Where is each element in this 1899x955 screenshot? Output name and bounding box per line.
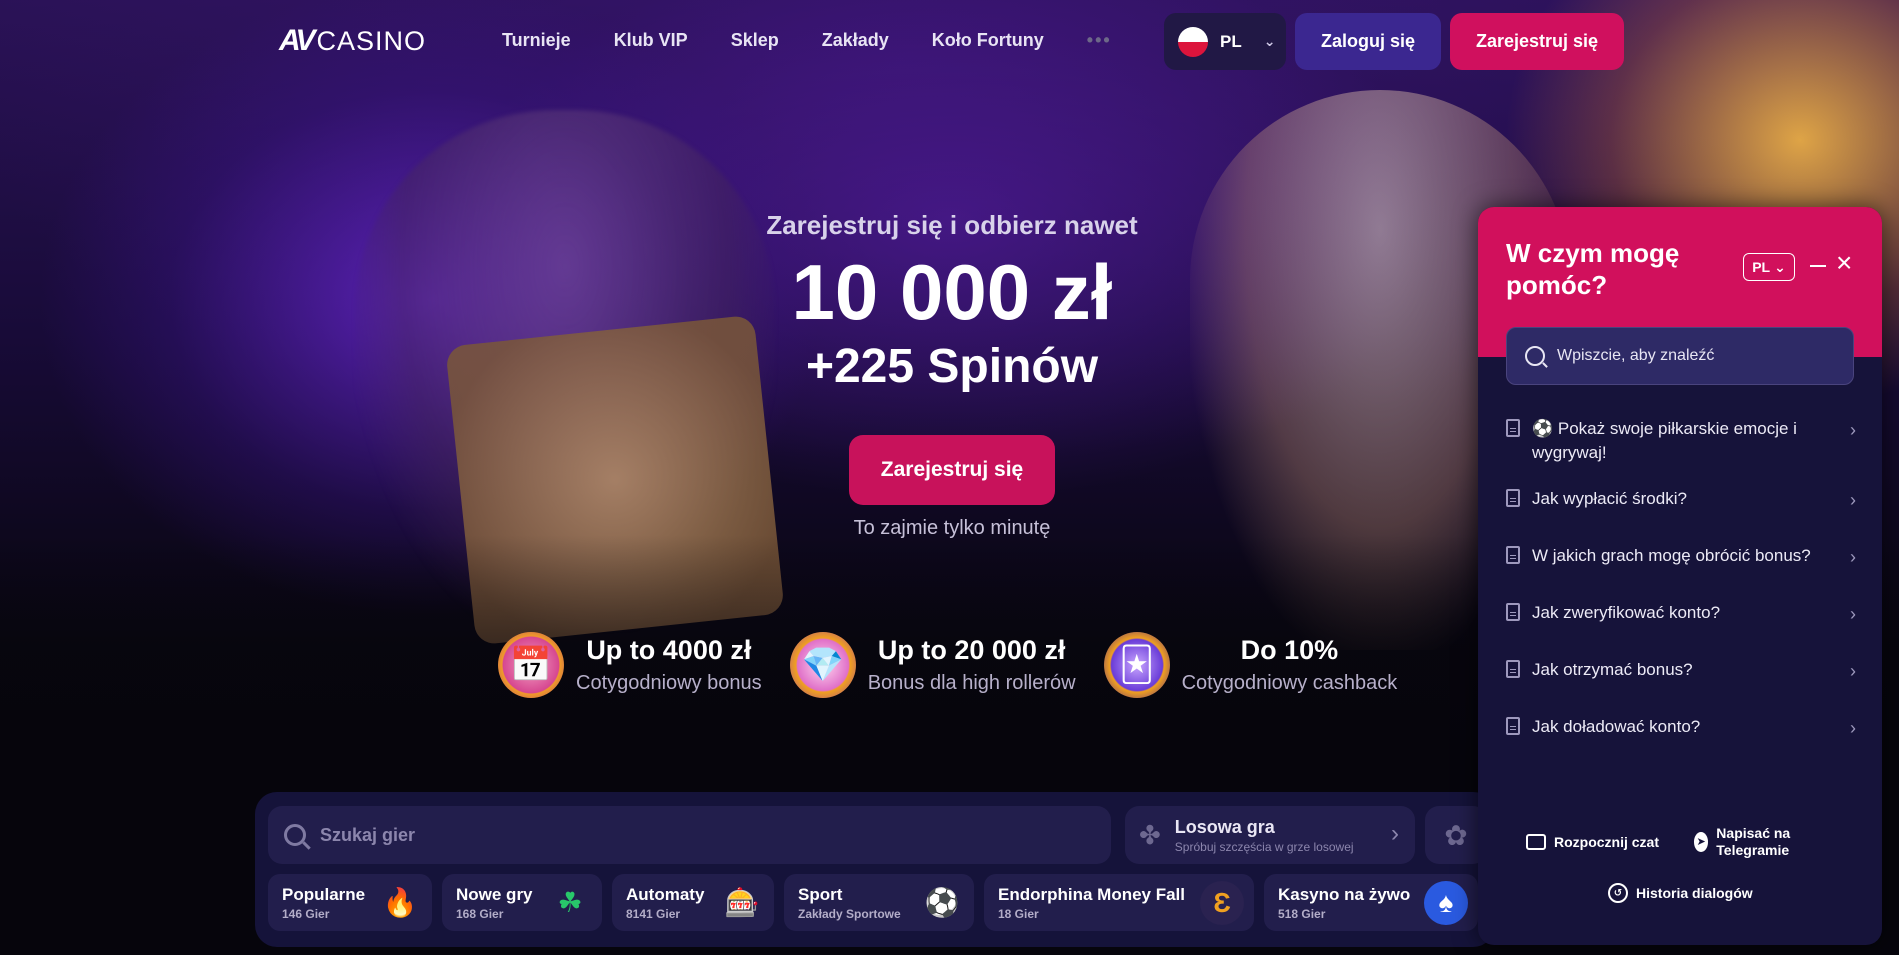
fire-icon: 🔥 bbox=[382, 887, 418, 918]
search-icon bbox=[1525, 346, 1545, 366]
language-code: PL bbox=[1220, 31, 1242, 51]
hero-amount: 10 000 zł bbox=[791, 248, 1113, 336]
random-game-title: Losowa gra bbox=[1174, 816, 1275, 837]
promo-weekly-bonus[interactable]: 📅 Up to 4000 zł Cotygodniowy bonus bbox=[498, 632, 762, 698]
login-button[interactable]: Zaloguj się bbox=[1295, 13, 1441, 70]
chevron-right-icon: › bbox=[1391, 820, 1399, 847]
more-menu-icon[interactable]: ••• bbox=[1087, 30, 1112, 51]
faq-list: ⚽ Pokaż swoje piłkarskie emocje i wygryw… bbox=[1478, 417, 1882, 739]
crystal-icon: 💎 bbox=[789, 632, 856, 698]
game-search-input[interactable]: Szukaj gier bbox=[268, 806, 1111, 864]
category-kasyno-na-zywo[interactable]: Kasyno na żywo 518 Gier ♠ bbox=[1264, 874, 1478, 931]
faq-item[interactable]: ⚽ Pokaż swoje piłkarskie emocje i wygryw… bbox=[1478, 417, 1882, 465]
search-placeholder: Szukaj gier bbox=[320, 824, 416, 845]
chat-search-placeholder: Wpiszcie, aby znaleźć bbox=[1557, 347, 1715, 364]
random-game-button[interactable]: ✤ Losowa gra Spróbuj szczęścia w grze lo… bbox=[1125, 806, 1415, 864]
hero-note: To zajmie tylko minutę bbox=[853, 517, 1051, 539]
chevron-right-icon: › bbox=[1850, 718, 1856, 738]
faq-item[interactable]: W jakich grach mogę obrócić bonus? › bbox=[1478, 544, 1882, 568]
chat-bubble-icon bbox=[1526, 834, 1546, 850]
telegram-icon: ➤ bbox=[1694, 832, 1709, 852]
chat-search-input[interactable]: Wpiszcie, aby znaleźć bbox=[1506, 327, 1854, 385]
chevron-down-icon: ⌄ bbox=[1263, 33, 1276, 49]
promo-cashback[interactable]: 🃏 Do 10% Cotygodniowy cashback bbox=[1103, 632, 1398, 698]
minimize-icon[interactable] bbox=[1810, 265, 1826, 267]
main-menu: Turnieje Klub VIP Sklep Zakłady Koło For… bbox=[502, 30, 1112, 51]
category-endorphina[interactable]: Endorphina Money Fall 18 Gier Ɛ bbox=[984, 874, 1254, 931]
chevron-right-icon: › bbox=[1850, 661, 1856, 681]
ball-icon: ⚽ bbox=[924, 887, 960, 918]
promo-strip: 📅 Up to 4000 zł Cotygodniowy bonus 💎 Up … bbox=[498, 632, 1397, 698]
hero-subtitle: Zarejestruj się i odbierz nawet bbox=[766, 210, 1138, 240]
endorphina-icon: Ɛ bbox=[1200, 880, 1244, 925]
promo-subtitle: Cotygodniowy bonus bbox=[576, 672, 762, 694]
clover-icon: ✤ bbox=[1139, 819, 1161, 850]
start-chat-button[interactable]: Rozpocznij czat bbox=[1526, 834, 1659, 850]
promo-title: Do 10% bbox=[1240, 635, 1339, 665]
faq-item[interactable]: Jak doładować konto? › bbox=[1478, 715, 1882, 739]
register-button[interactable]: Zarejestruj się bbox=[1450, 13, 1624, 70]
menu-item-turnieje[interactable]: Turnieje bbox=[502, 30, 571, 51]
category-popularne[interactable]: Popularne 146 Gier 🔥 bbox=[268, 874, 432, 931]
document-icon bbox=[1506, 603, 1520, 621]
logo-word: CASINO bbox=[316, 25, 426, 56]
promo-title: Up to 20 000 zł bbox=[877, 635, 1066, 665]
search-icon bbox=[284, 824, 306, 846]
logo-mark: AV bbox=[279, 24, 315, 57]
game-lobby-bar: Szukaj gier ✤ Losowa gra Spróbuj szczęśc… bbox=[255, 792, 1495, 947]
hero-banner: Zarejestruj się i odbierz nawet 10 000 z… bbox=[700, 210, 1204, 540]
chevron-right-icon: › bbox=[1850, 420, 1856, 440]
chevron-down-icon: ⌄ bbox=[1774, 258, 1786, 275]
hero-spins: +225 Spinów bbox=[805, 340, 1099, 393]
faq-item[interactable]: Jak zweryfikować konto? › bbox=[1478, 601, 1882, 625]
document-icon bbox=[1506, 660, 1520, 678]
poland-flag-icon bbox=[1178, 26, 1208, 57]
menu-item-sklep[interactable]: Sklep bbox=[731, 30, 779, 51]
logo[interactable]: AV CASINO bbox=[279, 24, 426, 58]
promo-title: Up to 4000 zł bbox=[586, 635, 752, 665]
document-icon bbox=[1506, 489, 1520, 507]
menu-item-klub-vip[interactable]: Klub VIP bbox=[614, 30, 688, 51]
random-game-subtitle: Spróbuj szczęścia w grze losowej bbox=[1174, 839, 1354, 854]
promo-high-roller[interactable]: 💎 Up to 20 000 zł Bonus dla high rolleró… bbox=[789, 632, 1076, 698]
document-icon bbox=[1506, 546, 1520, 564]
dialog-history-button[interactable]: ↺ Historia dialogów bbox=[1608, 883, 1753, 903]
slot-icon: 🎰 bbox=[724, 887, 760, 918]
cards-icon: 🃏 bbox=[1103, 632, 1170, 698]
category-automaty[interactable]: Automaty 8141 Gier 🎰 bbox=[612, 874, 774, 931]
menu-item-zaklady[interactable]: Zakłady bbox=[822, 30, 889, 51]
document-icon bbox=[1506, 419, 1520, 437]
history-icon: ↺ bbox=[1608, 883, 1628, 903]
category-sport[interactable]: Sport Zakłady Sportowe ⚽ bbox=[784, 874, 974, 931]
clover-icon: ☘ bbox=[557, 887, 583, 918]
menu-item-kolo-fortuny[interactable]: Koło Fortuny bbox=[932, 30, 1044, 51]
top-navbar: AV CASINO Turnieje Klub VIP Sklep Zakład… bbox=[0, 0, 1899, 84]
help-chat-widget: W czym mogę pomóc? PL ⌄ × Wpiszcie, aby z… bbox=[1478, 207, 1882, 945]
promo-subtitle: Cotygodniowy cashback bbox=[1181, 672, 1398, 694]
calendar-icon: 📅 bbox=[498, 632, 564, 698]
promo-subtitle: Bonus dla high rollerów bbox=[867, 672, 1076, 694]
language-selector[interactable]: PL ⌄ bbox=[1164, 13, 1286, 70]
chat-title: W czym mogę pomóc? bbox=[1506, 238, 1680, 300]
chevron-right-icon: › bbox=[1850, 490, 1856, 510]
chat-language-selector[interactable]: PL ⌄ bbox=[1743, 253, 1795, 281]
faq-item[interactable]: Jak otrzymać bonus? › bbox=[1478, 658, 1882, 682]
hero-register-button[interactable]: Zarejestruj się bbox=[849, 435, 1055, 505]
document-icon bbox=[1506, 717, 1520, 735]
category-nowe-gry[interactable]: Nowe gry 168 Gier ☘ bbox=[442, 874, 602, 931]
chevron-right-icon: › bbox=[1850, 547, 1856, 567]
faq-item[interactable]: Jak wypłacić środki? › bbox=[1478, 487, 1882, 511]
category-list: Popularne 146 Gier 🔥 Nowe gry 168 Gier ☘… bbox=[268, 874, 1478, 931]
chevron-right-icon: › bbox=[1850, 604, 1856, 624]
chip-icon: ♠ bbox=[1424, 880, 1468, 925]
close-icon[interactable]: × bbox=[1836, 249, 1852, 277]
telegram-button[interactable]: ➤ Napisać na Telegramie bbox=[1694, 825, 1824, 859]
